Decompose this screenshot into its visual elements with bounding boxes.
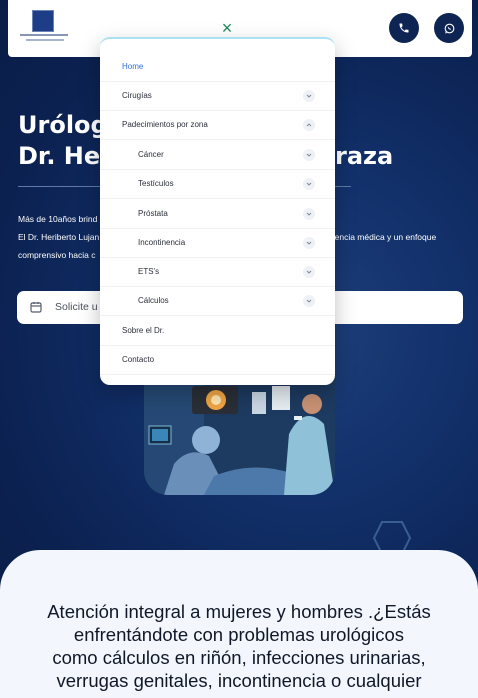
menu-item-label: ETS's <box>138 267 160 276</box>
intro-line: como cálculos en riñón, infecciones urin… <box>52 647 426 668</box>
whatsapp-button[interactable] <box>434 13 464 43</box>
menu-item-label: Padecimientos por zona <box>122 120 208 129</box>
appointment-request-text: Solicite u <box>55 301 98 313</box>
calendar-icon <box>30 302 42 313</box>
hero-desc-line: elencia médica y un enfoque <box>328 232 437 242</box>
phone-button[interactable] <box>389 13 419 43</box>
menu-item[interactable]: Home <box>100 53 335 82</box>
phone-icon <box>399 23 409 33</box>
whatsapp-icon <box>444 23 454 34</box>
hero-title-line1: Urólog <box>18 111 108 139</box>
menu-item[interactable]: Próstata <box>100 200 335 229</box>
intro-text: Atención integral a mujeres y hombres .¿… <box>0 600 478 692</box>
intro-section: Atención integral a mujeres y hombres .¿… <box>0 550 478 698</box>
menu-item-label: Home <box>122 62 144 71</box>
hero-title-line2-left: Dr. Her <box>18 142 113 170</box>
menu-item-label: Próstata <box>138 209 168 218</box>
intro-line: verrugas genitales, incontinencia o cual… <box>56 670 422 691</box>
menu-item[interactable]: ETS's <box>100 258 335 287</box>
menu-item-label: Contacto <box>122 355 155 364</box>
chevron-down-icon[interactable] <box>303 208 315 220</box>
menu-item[interactable]: Testículos <box>100 170 335 199</box>
menu-item[interactable]: Incontinencia <box>100 229 335 258</box>
site-logo[interactable] <box>20 10 70 44</box>
menu-item-label: Cálculos <box>138 296 169 305</box>
intro-line: enfrentándote con problemas urológicos <box>73 624 405 645</box>
chevron-down-icon[interactable] <box>303 90 315 102</box>
logo-mark <box>32 10 54 32</box>
hero-title-line2-right: raza <box>335 142 394 170</box>
chevron-down-icon[interactable] <box>303 149 315 161</box>
menu-item-label: Cirugías <box>122 91 152 100</box>
hero-desc-line: Más de 10años brind <box>18 214 98 224</box>
page: × Urólog Dr. Her raza Más de 10años brin… <box>0 0 478 698</box>
menu-item[interactable]: Cáncer <box>100 141 335 170</box>
chevron-down-icon[interactable] <box>303 295 315 307</box>
hero-desc-line: comprensivo hacia c <box>18 250 96 260</box>
menu-item[interactable]: Contacto <box>100 346 335 375</box>
chevron-down-icon[interactable] <box>303 266 315 278</box>
menu-item-label: Cáncer <box>138 150 164 159</box>
menu-item[interactable]: Sobre el Dr. <box>100 317 335 346</box>
menu-item-label: Testículos <box>138 179 174 188</box>
chevron-down-icon[interactable] <box>303 178 315 190</box>
chevron-up-icon[interactable] <box>303 119 315 131</box>
logo-text-line <box>26 39 64 41</box>
menu-item-label: Sobre el Dr. <box>122 326 165 335</box>
logo-text-line <box>20 34 68 36</box>
intro-line: Atención integral a mujeres y hombres .¿… <box>47 601 431 622</box>
menu-item[interactable]: Padecimientos por zona <box>100 111 335 140</box>
navigation-menu: Home Cirugías Padecimientos por zona Cáncer… <box>100 37 335 385</box>
hero-desc-line: El Dr. Heriberto Lujan <box>18 232 100 242</box>
chevron-down-icon[interactable] <box>303 237 315 249</box>
menu-item-label: Incontinencia <box>138 238 186 247</box>
menu-item[interactable]: Cirugías <box>100 82 335 111</box>
menu-item[interactable]: Cálculos <box>100 287 335 316</box>
close-menu-icon[interactable]: × <box>217 18 237 38</box>
